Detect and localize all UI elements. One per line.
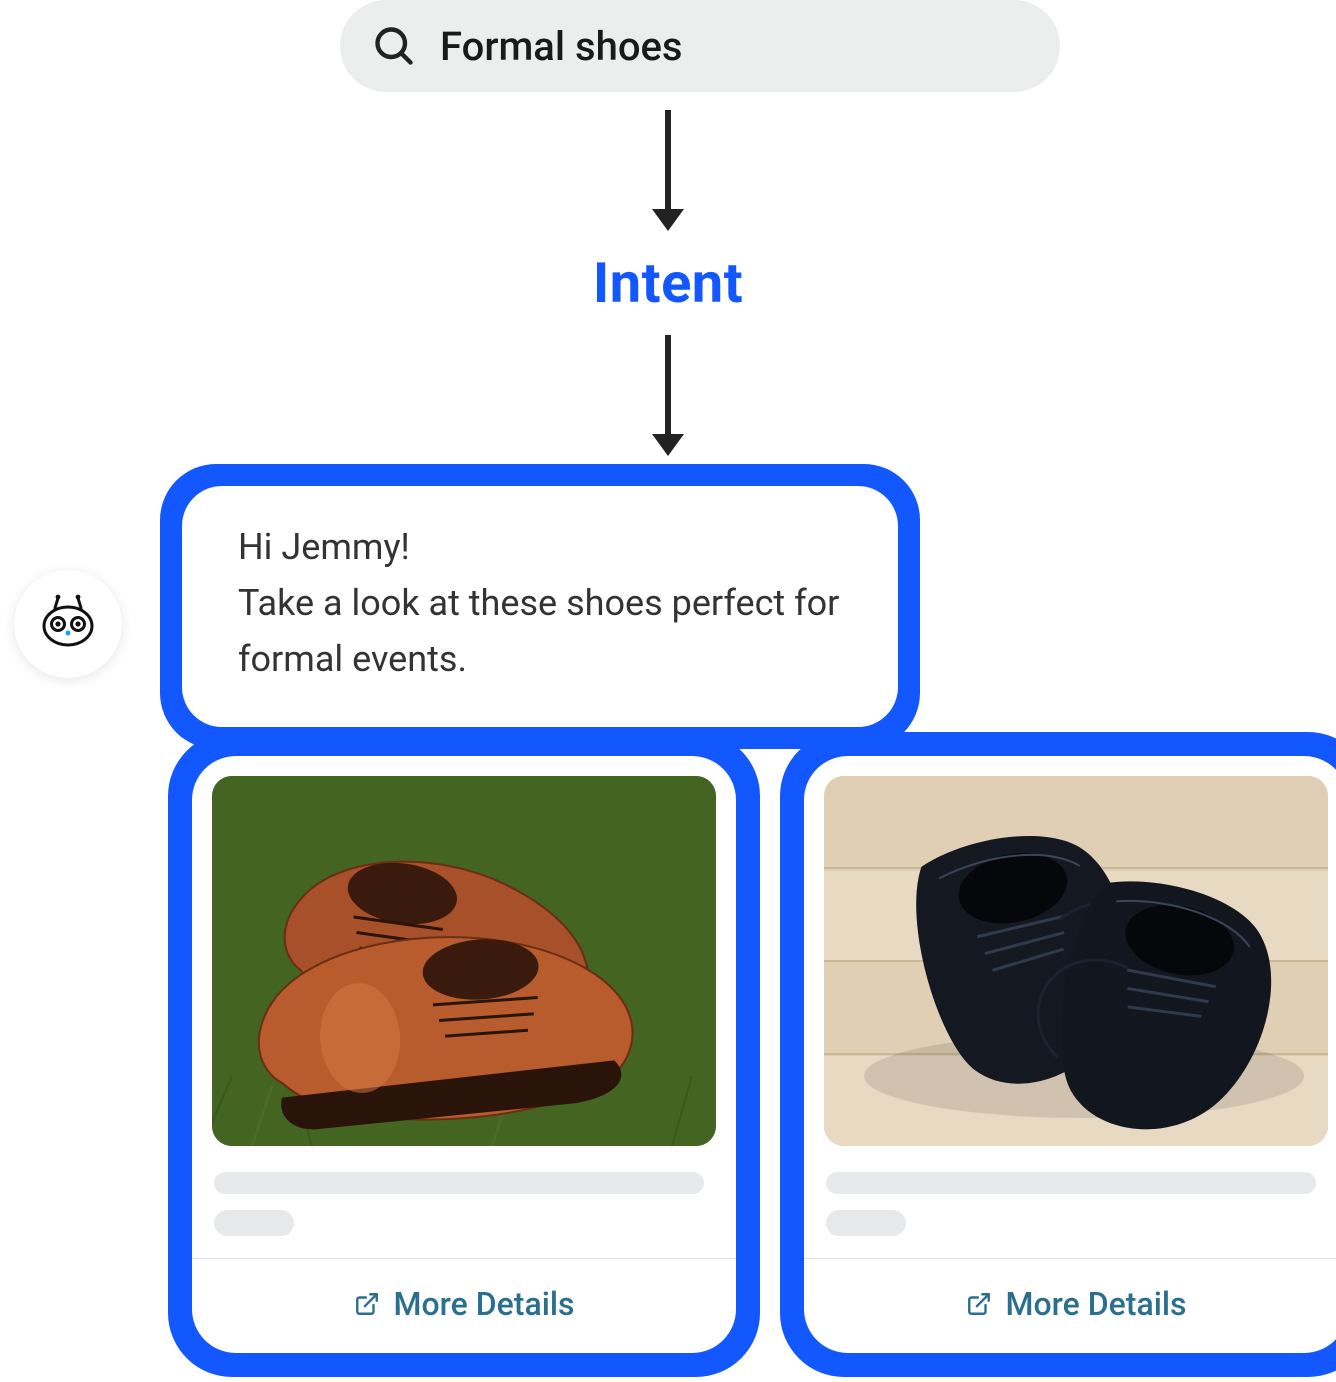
product-skeleton: [192, 1146, 736, 1258]
product-card-inner: More Details: [804, 756, 1336, 1353]
flow-arrow-1: [652, 110, 684, 231]
product-card: More Details: [168, 732, 760, 1377]
skeleton-line: [826, 1172, 1316, 1194]
search-query: Formal shoes: [440, 23, 683, 70]
product-cards-row: More Details: [168, 732, 1336, 1377]
chat-bubble-inner: Hi Jemmy! Take a look at these shoes per…: [182, 486, 898, 727]
product-card: More Details: [780, 732, 1336, 1377]
search-pill[interactable]: Formal shoes: [340, 0, 1060, 92]
more-details-label: More Details: [1006, 1285, 1187, 1323]
skeleton-pill: [214, 1210, 294, 1236]
robot-icon: [36, 590, 100, 658]
more-details-label: More Details: [394, 1285, 575, 1323]
product-image: [212, 776, 716, 1146]
search-icon: [372, 24, 416, 68]
bubble-line-2: Take a look at these shoes perfect for f…: [238, 576, 854, 688]
external-link-icon: [966, 1291, 992, 1317]
product-image: [824, 776, 1328, 1146]
bubble-line-1: Hi Jemmy!: [238, 520, 854, 576]
external-link-icon: [354, 1291, 380, 1317]
product-skeleton: [804, 1146, 1336, 1258]
skeleton-line: [214, 1172, 704, 1194]
more-details-button[interactable]: More Details: [804, 1259, 1336, 1353]
flow-arrow-2: [652, 335, 684, 456]
bot-avatar: [14, 570, 122, 678]
chat-bubble: Hi Jemmy! Take a look at these shoes per…: [160, 464, 920, 749]
skeleton-pill: [826, 1210, 906, 1236]
more-details-button[interactable]: More Details: [192, 1259, 736, 1353]
product-card-inner: More Details: [192, 756, 736, 1353]
intent-label: Intent: [593, 250, 743, 316]
